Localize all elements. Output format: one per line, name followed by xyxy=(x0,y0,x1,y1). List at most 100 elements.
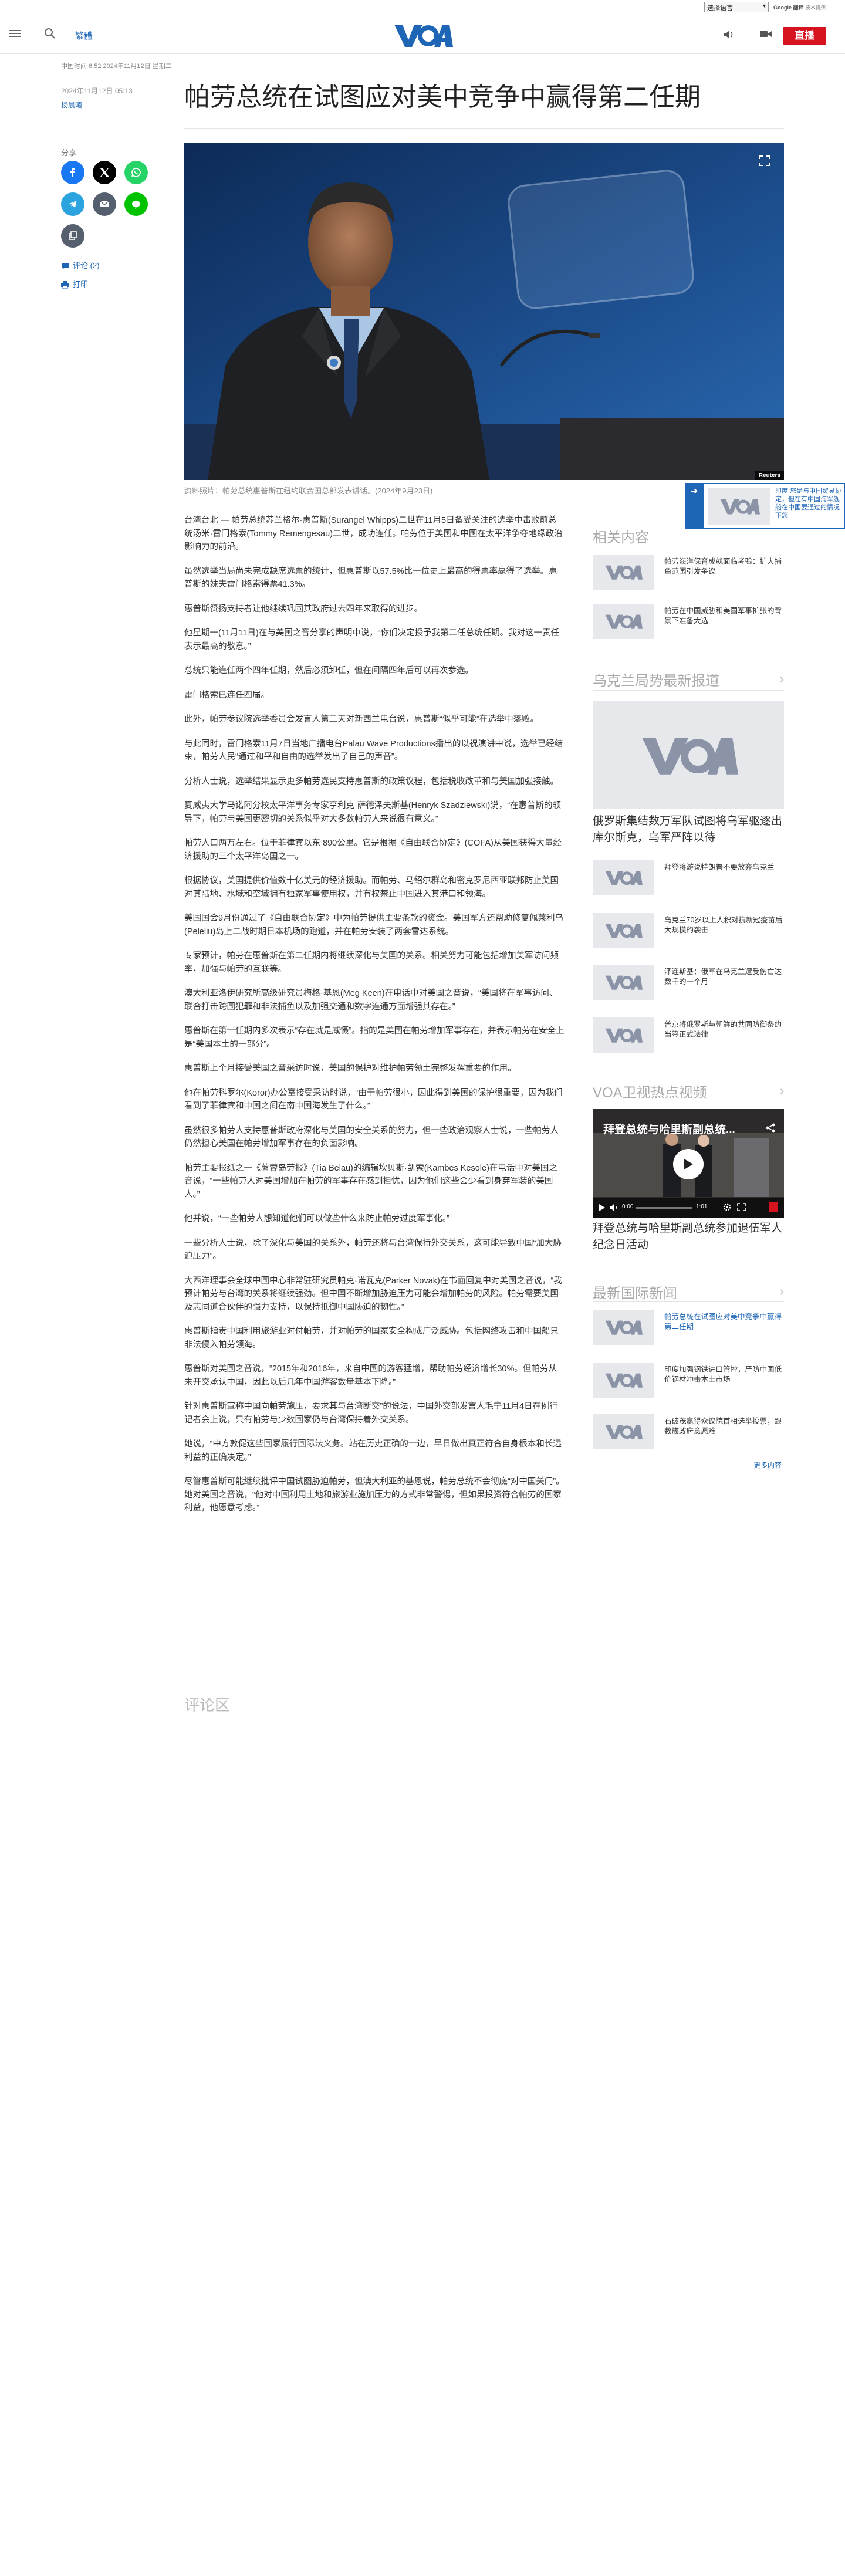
page-title: 帕劳总统在试图应对美中竞争中赢得第二任期 xyxy=(184,83,701,111)
article-paragraph: 惠普斯在第一任期内多次表示“存在就是威慑”。指的是美国在帕劳增加军事存在，并表示… xyxy=(184,1026,565,1049)
lead-photo-image xyxy=(184,143,784,480)
whatsapp-share-button[interactable] xyxy=(124,161,148,184)
article-paragraph: 此外，帕劳参议院选举委员会发言人第二天对新西兰电台说，惠普斯“似乎可能”在选举中… xyxy=(184,715,539,724)
play-small-icon[interactable] xyxy=(599,1204,606,1212)
audio-icon[interactable] xyxy=(723,29,735,40)
ukraine-item[interactable]: 泽连斯基：俄军在乌克兰遭受伤亡达数千的一个月 xyxy=(593,965,784,1006)
ukraine-item[interactable]: 普京将俄罗斯与朝鲜的共同防御条约当签正式法律 xyxy=(593,1017,784,1059)
thumbnail xyxy=(593,1363,654,1398)
related-popup[interactable]: ➜ 印度:您是与中国贸易协定，但在有中国海军舰船在中国要通过的情况下您 xyxy=(685,483,845,529)
latest-item[interactable]: 帕劳总统在试图应对美中竞争中赢得第二任期 xyxy=(593,1310,784,1351)
video-heading[interactable]: VOA卫视热点视频 › xyxy=(593,1081,784,1101)
latest-item[interactable]: 印度加强钢铁进口管控，严防中国低价钢材冲击本土市场 xyxy=(593,1363,784,1404)
comments-heading: 评论区 xyxy=(184,1696,231,1714)
powered-suffix: 技术提供 xyxy=(805,5,827,11)
voa-placeholder-logo xyxy=(605,1425,643,1439)
article-paragraph: 澳大利亚洛伊研究所高级研究员梅格·基恩(Meg Keen)在电话中对美国之音说，… xyxy=(184,989,558,1012)
related-item[interactable]: 帕劳海洋保育成就面临考验：扩大捕鱼范围引发争议 xyxy=(593,555,784,596)
article-paragraph: 尽管惠普斯可能继续批评中国试图胁迫帕劳，但澳大利亚的基恩说，帕劳总统不会彻底“对… xyxy=(184,1477,565,1513)
play-button[interactable] xyxy=(673,1149,704,1179)
play-icon xyxy=(684,1159,693,1169)
author-link[interactable]: 杨晨曦 xyxy=(61,100,82,110)
publish-date: 2024年11月12日 05:13 xyxy=(61,87,133,95)
site-header: 繁體 直播 xyxy=(0,16,845,54)
print-link[interactable]: 打印 xyxy=(61,278,88,289)
ukraine-item[interactable]: 乌克兰70岁以上人积对抗新冠疫苗后大规模的袭击 xyxy=(593,913,784,954)
x-icon xyxy=(100,168,109,177)
article-paragraph: 根据协议，美国提供价值数十亿美元的经济援助。而帕劳、马绍尔群岛和密克罗尼西亚联邦… xyxy=(184,876,559,899)
article-paragraph: 帕劳主要报纸之一《薯蓉岛劳报》(Tia Belau)的编辑坎贝斯·凯索(Kamb… xyxy=(184,1163,557,1199)
article-paragraph: 他在帕劳科罗尔(Koror)办公室接受采访时说，“由于帕劳很小，因此得到美国的保… xyxy=(184,1088,563,1111)
thumbnail xyxy=(593,604,654,639)
thumbnail xyxy=(593,860,654,895)
latest-item-text: 帕劳总统在试图应对美中竞争中赢得第二任期 xyxy=(664,1313,782,1331)
ukraine-lead-thumbnail[interactable] xyxy=(593,701,784,809)
voa-placeholder-logo xyxy=(605,924,643,938)
thumbnail xyxy=(593,555,654,590)
article-paragraph: 专家预计，帕劳在惠普斯在第二任期内将继续深化与美国的关系。相关努力可能包括增加美… xyxy=(184,951,559,974)
latest-heading[interactable]: 最新国际新闻 › xyxy=(593,1282,784,1302)
photo-credit: Reuters xyxy=(755,471,784,480)
ukraine-lead-headline[interactable]: 俄罗斯集结数万军队试图将乌军驱逐出库尔斯克，乌军严阵以待 xyxy=(593,813,784,846)
article-paragraph: 惠普斯赞扬支持者让他继续巩固其政府过去四年来取得的进步。 xyxy=(184,604,422,614)
search-icon[interactable] xyxy=(43,27,56,40)
video-progress-bar[interactable] xyxy=(636,1207,692,1209)
title-divider xyxy=(184,128,784,129)
ukraine-item[interactable]: 拜登将游说特朗普不要放弃乌克兰 xyxy=(593,860,784,901)
print-icon xyxy=(61,281,69,289)
article-paragraph: 她说，“中方敦促这些国家履行国际法义务。站在历史正确的一边，早日做出真正符合自身… xyxy=(184,1439,562,1462)
language-select[interactable]: 选择语言 xyxy=(704,2,769,12)
video-duration: 1:01 xyxy=(696,1204,708,1210)
ukraine-heading[interactable]: 乌克兰局势最新报道 › xyxy=(593,669,784,689)
more-link[interactable]: 更多内容 xyxy=(753,1460,782,1470)
settings-icon[interactable] xyxy=(723,1203,731,1211)
comments-link[interactable]: 评论 (2) xyxy=(61,259,100,271)
video-icon[interactable] xyxy=(759,29,772,39)
article-paragraph: 他并说，“一些帕劳人想知道他们可以做些什么来防止帕劳过度军事化。” xyxy=(184,1214,449,1223)
traditional-chinese-link[interactable]: 繁體 xyxy=(75,29,93,42)
latest-item-text: 石破茂赢得众议院首相选举投票，跟数族政府意愿难 xyxy=(664,1417,782,1435)
lead-photo[interactable]: Reuters xyxy=(184,143,784,480)
voa-placeholder-logo xyxy=(605,614,643,629)
article-paragraph: 虽然很多帕劳人支持惠普斯政府深化与美国的安全关系的努力，但一些政治观察人士说，一… xyxy=(184,1125,559,1149)
copy-link-button[interactable] xyxy=(61,224,84,248)
video-caption[interactable]: 拜登总统与哈里斯副总统参加退伍军人纪念日活动 xyxy=(593,1221,784,1253)
line-icon xyxy=(132,201,140,209)
menu-icon[interactable] xyxy=(9,28,21,39)
article-body: 台湾台北 — 帕劳总统苏兰格尔·惠普斯(Surangel Whipps)二世在1… xyxy=(184,514,565,1526)
article-paragraph: 与此同时，雷门格索11月7日当地广播电台Palau Wave Productio… xyxy=(184,739,563,762)
voa-placeholder-logo xyxy=(605,871,643,885)
article-paragraph: 美国国会9月份通过了《自由联合协定》中为帕劳提供主要条款的资金。美国军方还帮助修… xyxy=(184,914,564,937)
voa-logo[interactable] xyxy=(392,22,453,48)
powered-by: Google 翻译 技术提供 xyxy=(773,4,826,11)
fullscreen-icon[interactable] xyxy=(737,1203,746,1211)
expand-icon[interactable] xyxy=(759,155,770,166)
voa-badge xyxy=(769,1202,778,1212)
latest-item[interactable]: 石破茂赢得众议院首相选举投票，跟数族政府意愿难 xyxy=(593,1414,784,1455)
line-share-button[interactable] xyxy=(124,192,148,216)
volume-icon[interactable] xyxy=(609,1204,618,1212)
facebook-share-button[interactable] xyxy=(61,161,84,184)
email-share-button[interactable] xyxy=(93,192,116,216)
telegram-share-button[interactable] xyxy=(61,192,84,216)
related-item-text: 帕劳在中国威胁和美国军事扩张的背景下准备大选 xyxy=(664,607,782,625)
whatsapp-icon xyxy=(131,168,141,177)
thumbnail xyxy=(593,965,654,1000)
voa-placeholder-logo xyxy=(605,1320,643,1335)
chevron-right-icon: › xyxy=(779,671,784,686)
article-paragraph: 他星期一(11月11日)在与美国之音分享的声明中说，“你们决定授予我第二任总统任… xyxy=(184,628,560,651)
video-player[interactable]: 拜登总统与哈里斯副总统... 0:00 1:01 xyxy=(593,1109,784,1218)
latest-heading-label: 最新国际新闻 xyxy=(593,1286,677,1301)
live-button[interactable]: 直播 xyxy=(783,27,826,45)
article-paragraph: 台湾台北 — 帕劳总统苏兰格尔·惠普斯(Surangel Whipps)二世在1… xyxy=(184,516,563,552)
popup-text: 印度:您是与中国贸易协定，但在有中国海军舰船在中国要通过的情况下您 xyxy=(775,488,842,519)
x-share-button[interactable] xyxy=(93,161,116,184)
article-paragraph: 惠普斯指责中国利用旅游业对付帕劳，并对帕劳的国家安全构成广泛威胁。包括网络攻击和… xyxy=(184,1327,559,1350)
video-heading-label: VOA卫视热点视频 xyxy=(593,1085,707,1101)
share-icon[interactable] xyxy=(765,1123,776,1133)
voa-placeholder-logo xyxy=(605,975,643,990)
latest-item-text: 印度加强钢铁进口管控，严防中国低价钢材冲击本土市场 xyxy=(664,1365,782,1384)
breadcrumb: 中国时间 6:52 2024年11月12日 星期二 xyxy=(61,63,172,70)
related-item[interactable]: 帕劳在中国威胁和美国军事扩张的背景下准备大选 xyxy=(593,604,784,645)
related-item-text: 帕劳海洋保育成就面临考验：扩大捕鱼范围引发争议 xyxy=(664,557,782,576)
